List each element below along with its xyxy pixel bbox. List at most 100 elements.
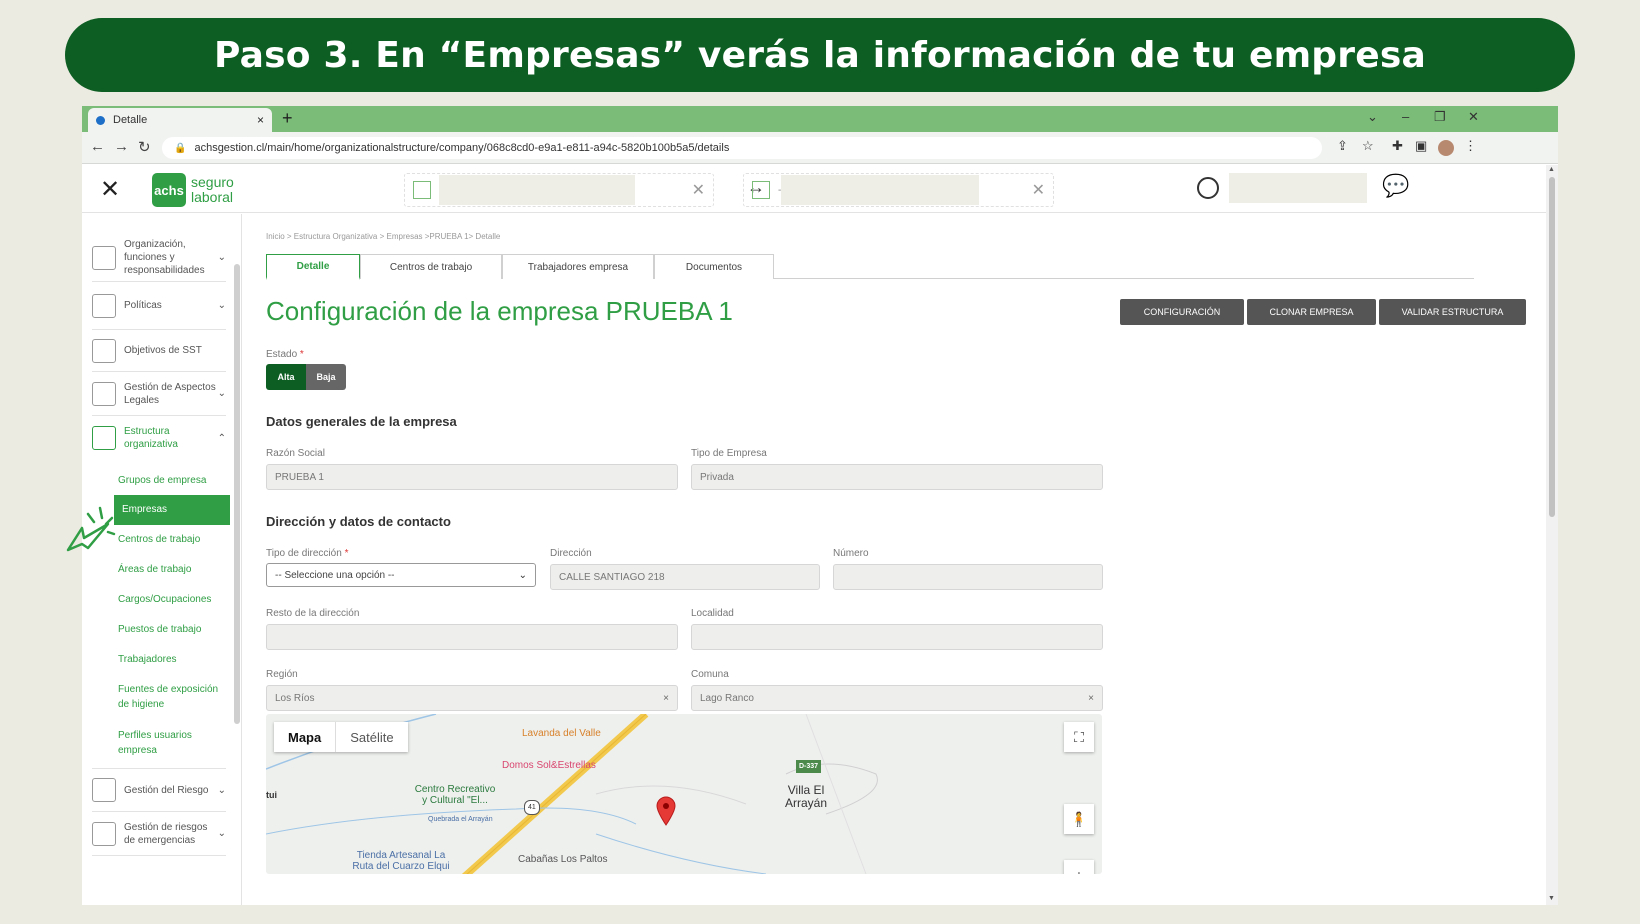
poi-villa-el-arrayan[interactable]: Villa El Arrayán <box>776 784 836 810</box>
sidebar-item-objetivos[interactable]: Objetivos de SST <box>92 330 226 372</box>
validar-estructura-button[interactable]: VALIDAR ESTRUCTURA <box>1379 299 1526 325</box>
url-field[interactable]: 🔒 achsgestion.cl/main/home/organizationa… <box>162 137 1322 159</box>
subitem-fuentes-higiene[interactable]: Fuentes de exposición de higiene <box>118 682 230 712</box>
address-bar: ← → ↻ 🔒 achsgestion.cl/main/home/organiz… <box>82 132 1558 164</box>
location-map[interactable]: Mapa Satélite ⛶ 🧍 + Lavanda del Valle Do… <box>266 714 1102 874</box>
configuracion-button[interactable]: CONFIGURACIÓN <box>1120 299 1244 325</box>
clear-region-icon[interactable]: × <box>663 693 669 704</box>
browser-tab[interactable]: Detalle × <box>88 108 272 132</box>
tab-strip: Detalle × + ⌄ – ❐ ✕ <box>82 106 1558 132</box>
sidebar-item-aspectos-legales[interactable]: Gestión de Aspectos Legales ⌄ <box>92 372 226 416</box>
minimize-icon[interactable]: – <box>1402 109 1409 124</box>
localidad-field[interactable] <box>691 624 1103 650</box>
building-icon <box>752 181 770 199</box>
subitem-trabajadores[interactable]: Trabajadores <box>118 652 230 667</box>
clear-workcenter-icon[interactable]: ✕ <box>1032 180 1045 200</box>
subitem-perfiles[interactable]: Perfiles usuarios empresa <box>118 728 230 758</box>
estado-toggle: Alta Baja <box>266 364 346 390</box>
clonar-empresa-button[interactable]: CLONAR EMPRESA <box>1247 299 1376 325</box>
comuna-label: Comuna <box>691 669 729 680</box>
kebab-menu-icon[interactable]: ⋮ <box>1464 138 1477 154</box>
subitem-centros-trabajo[interactable]: Centros de trabajo <box>118 532 230 547</box>
subitem-cargos[interactable]: Cargos/Ocupaciones <box>118 592 230 607</box>
subitem-empresas[interactable]: Empresas <box>114 495 230 525</box>
back-arrow-icon[interactable]: ← <box>90 138 105 155</box>
clear-comuna-icon[interactable]: × <box>1088 693 1094 704</box>
shield-favicon-icon <box>96 115 105 125</box>
tipo-empresa-label: Tipo de Empresa <box>691 448 767 459</box>
tab-documentos[interactable]: Documentos <box>654 254 774 279</box>
label-tui: tui <box>266 790 277 800</box>
poi-centro-recreativo[interactable]: Centro Recreativo y Cultural "El... <box>412 784 498 806</box>
poi-tienda-artesanal[interactable]: Tienda Artesanal La Ruta del Cuarzo Elqu… <box>346 850 456 872</box>
new-tab-button[interactable]: + <box>282 108 293 129</box>
close-menu-icon[interactable]: ✕ <box>100 175 120 204</box>
tab-detalle[interactable]: Detalle <box>266 254 360 280</box>
location-pin-icon[interactable] <box>656 796 676 826</box>
comuna-select[interactable]: Lago Ranco × <box>691 685 1103 711</box>
workcenter-selector[interactable]: - ✕ <box>743 173 1054 207</box>
company-selector[interactable]: ✕ <box>404 173 714 207</box>
region-label: Región <box>266 669 298 680</box>
user-icon[interactable] <box>1197 177 1219 199</box>
restore-icon[interactable]: ❐ <box>1434 109 1446 125</box>
org-chart-icon <box>92 426 116 450</box>
sidepanel-icon[interactable]: ▣ <box>1415 138 1427 154</box>
clear-company-icon[interactable]: ✕ <box>692 180 705 200</box>
sidebar-item-label: Estructura organizativa <box>124 426 178 450</box>
tab-centros-trabajo[interactable]: Centros de trabajo <box>360 254 502 279</box>
satellite-mode-button[interactable]: Satélite <box>336 722 407 752</box>
poi-domos[interactable]: Domos Sol&Estrellas <box>502 760 596 771</box>
resto-direccion-field[interactable] <box>266 624 678 650</box>
workcenter-selector-value <box>781 175 980 205</box>
step-banner: Paso 3. En “Empresas” verás la informaci… <box>65 18 1575 92</box>
app-header: ✕ achs seguro laboral ✕ ↔ - ✕ 💬 <box>82 165 1546 213</box>
map-mode-button[interactable]: Mapa <box>274 722 337 752</box>
extensions-icon[interactable]: ✚ <box>1392 138 1403 154</box>
estado-baja-button[interactable]: Baja <box>306 364 346 390</box>
help-chat-icon[interactable]: 💬 <box>1382 173 1409 199</box>
zoom-in-button[interactable]: + <box>1064 860 1094 874</box>
direccion-field[interactable]: CALLE SANTIAGO 218 <box>550 564 820 590</box>
logo-badge: achs <box>152 173 186 207</box>
region-select[interactable]: Los Ríos × <box>266 685 678 711</box>
profile-avatar[interactable] <box>1438 140 1454 156</box>
share-icon[interactable]: ⇪ <box>1337 138 1348 154</box>
sidebar-item-emergencias[interactable]: Gestión de riesgos de emergencias ⌄ <box>92 812 226 856</box>
estado-alta-button[interactable]: Alta <box>266 364 306 390</box>
sidebar-scrollbar[interactable] <box>234 264 240 724</box>
sidebar-item-estructura[interactable]: Estructura organizativa ⌃ <box>92 416 226 460</box>
sidebar-item-politicas[interactable]: Políticas ⌄ <box>92 282 226 330</box>
subitem-grupos-empresa[interactable]: Grupos de empresa <box>118 473 230 488</box>
chevron-down-icon[interactable]: ⌄ <box>1367 109 1378 125</box>
logo-wordmark: seguro laboral <box>191 175 234 205</box>
sidebar-item-gestion-riesgo[interactable]: Gestión del Riesgo ⌄ <box>92 768 226 812</box>
chevron-down-icon: ⌄ <box>217 300 226 311</box>
subitem-puestos[interactable]: Puestos de trabajo <box>118 622 230 637</box>
tipo-empresa-field: Privada <box>691 464 1103 490</box>
poi-lavanda[interactable]: Lavanda del Valle <box>522 728 601 739</box>
section-direccion-contacto: Dirección y datos de contacto <box>266 514 451 529</box>
forward-arrow-icon[interactable]: → <box>114 138 129 155</box>
achs-logo[interactable]: achs seguro laboral <box>152 173 234 207</box>
sidebar-item-label: Gestión de Aspectos Legales <box>124 381 216 406</box>
tab-close-icon[interactable]: × <box>257 113 264 127</box>
tab-trabajadores[interactable]: Trabajadores empresa <box>502 254 654 279</box>
chevron-down-icon: ⌄ <box>217 388 226 399</box>
poi-cabanas[interactable]: Cabañas Los Paltos <box>518 854 608 865</box>
fullscreen-icon[interactable]: ⛶ <box>1064 722 1094 752</box>
scroll-up-icon[interactable]: ▲ <box>1548 166 1555 173</box>
subitem-areas-trabajo[interactable]: Áreas de trabajo <box>118 562 230 577</box>
org-network-icon <box>92 245 116 270</box>
window-close-icon[interactable]: ✕ <box>1468 109 1479 125</box>
scroll-thumb[interactable] <box>1549 177 1555 517</box>
reload-icon[interactable]: ↻ <box>138 138 151 156</box>
sidebar-item-organizacion[interactable]: Organización, funciones y responsabilida… <box>92 234 226 282</box>
chevron-down-icon: ⌄ <box>217 252 226 263</box>
numero-field[interactable] <box>833 564 1103 590</box>
tipo-direccion-select[interactable]: -- Seleccione una opción -- ⌄ <box>266 563 536 587</box>
scroll-down-icon[interactable]: ▼ <box>1548 895 1555 902</box>
street-view-pegman-icon[interactable]: 🧍 <box>1064 804 1094 834</box>
star-icon[interactable]: ☆ <box>1362 138 1374 154</box>
page-scrollbar[interactable]: ▲ ▼ <box>1546 165 1558 905</box>
